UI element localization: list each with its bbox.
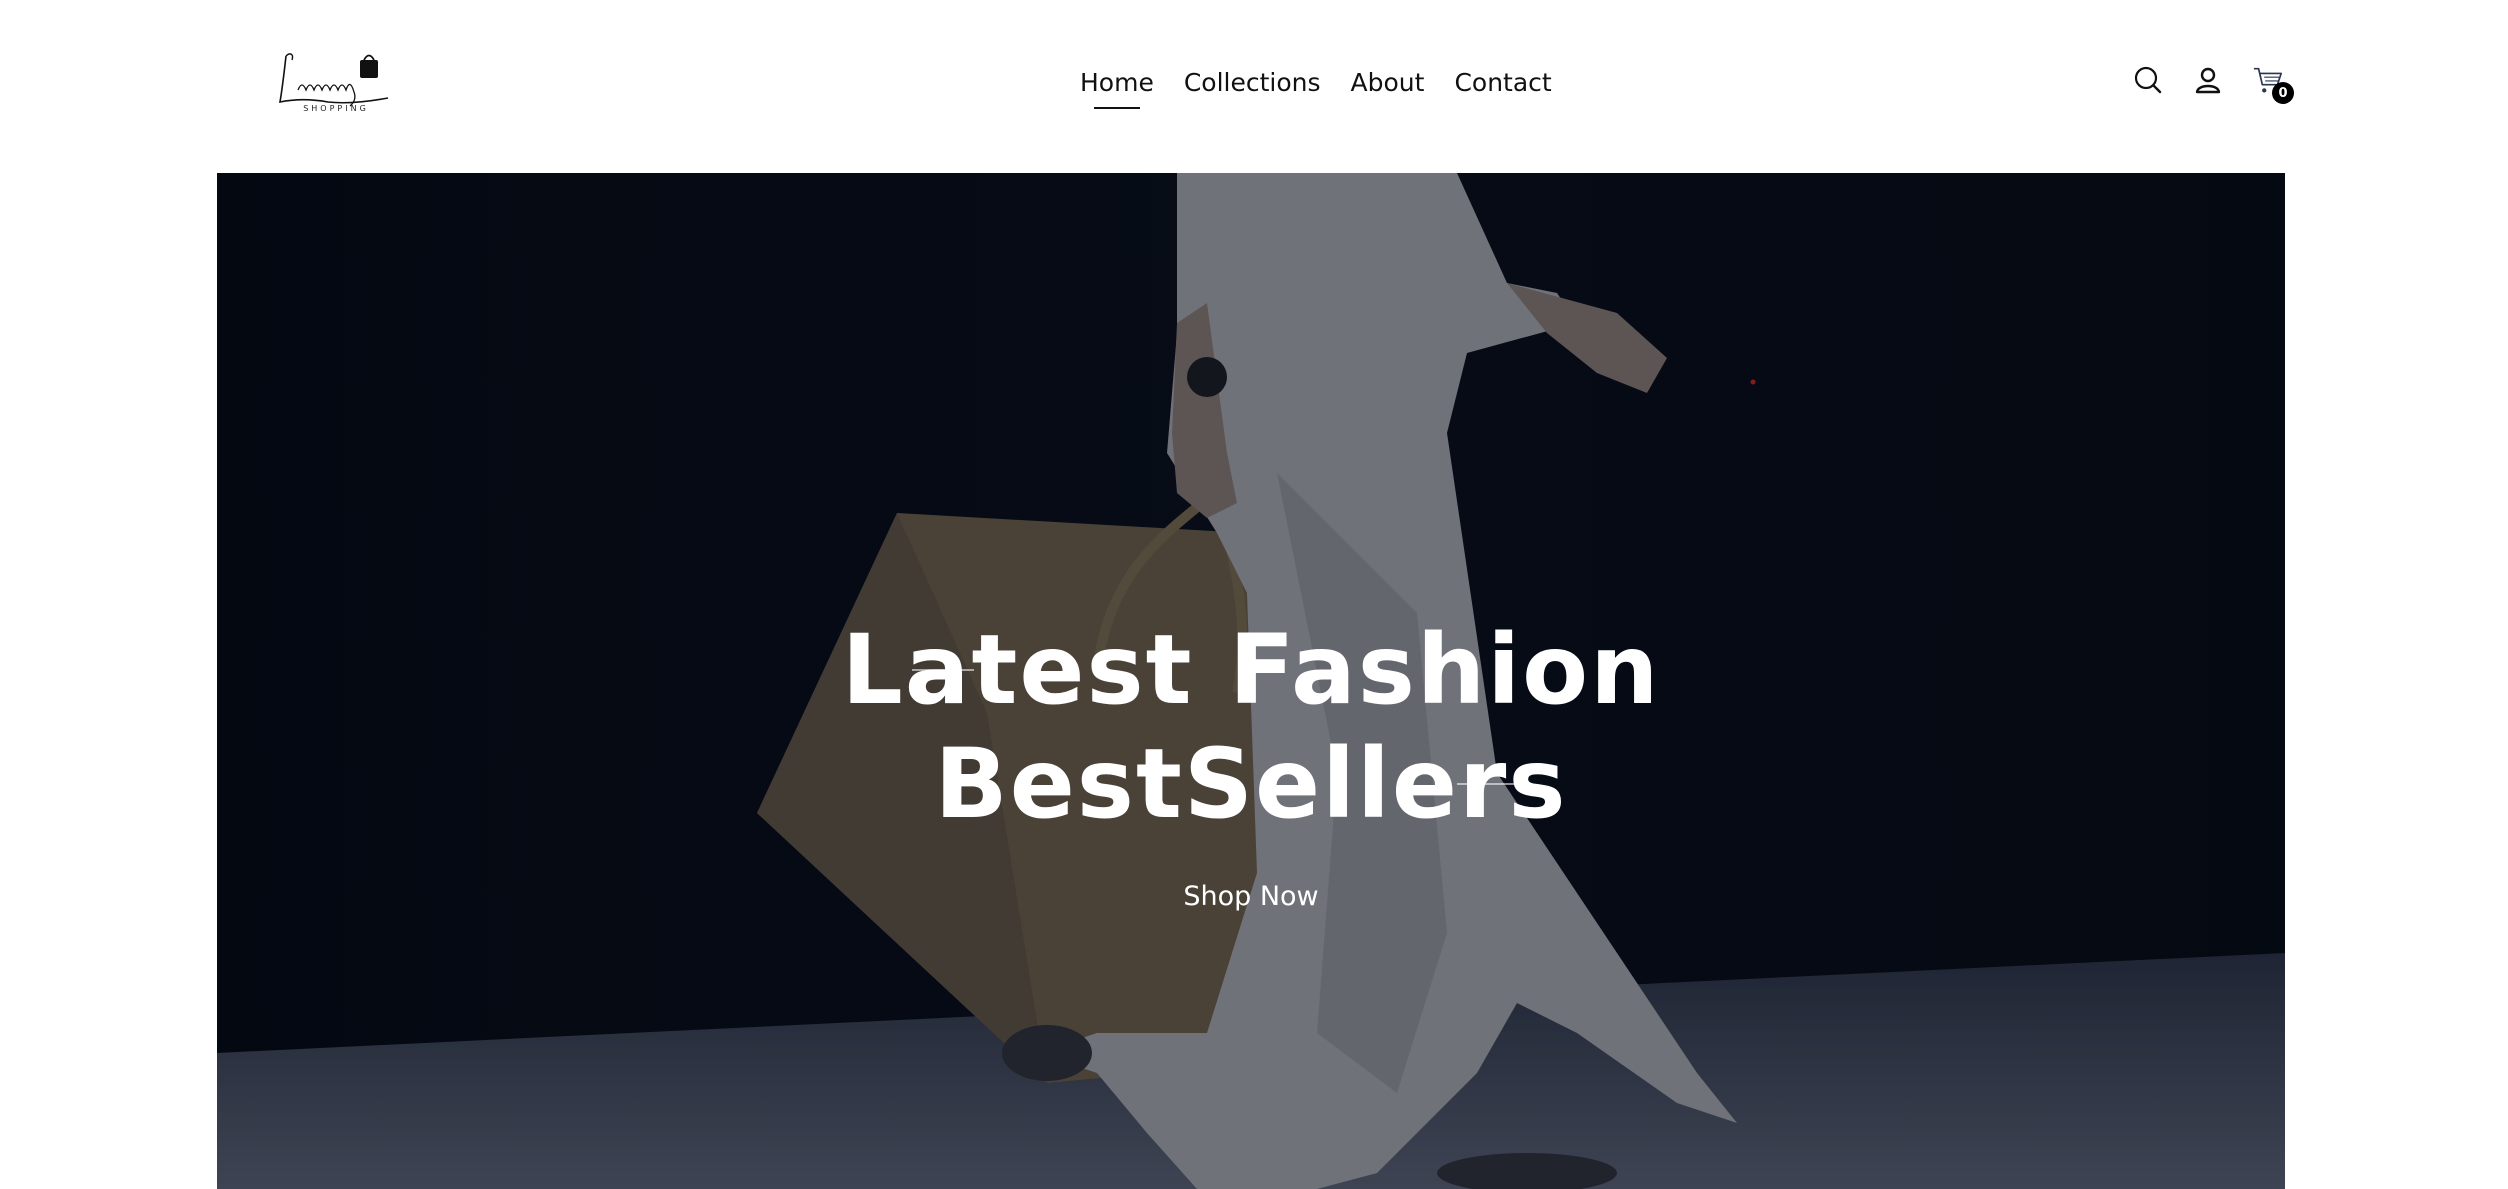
nav-home[interactable]: Home [1080,68,1154,109]
brand-logo[interactable]: SHOPPING [276,46,396,122]
nav-contact[interactable]: Contact [1454,68,1551,97]
cart-button[interactable]: 0 [2252,64,2294,104]
search-button[interactable] [2132,64,2164,96]
cart-count-badge: 0 [2272,82,2294,104]
main-nav: Home Collections About Contact [1080,62,1552,109]
nav-collections[interactable]: Collections [1184,68,1321,97]
hero-banner: Latest Fashion BestSellers Shop Now [217,173,2285,1189]
site-header: SHOPPING Home Collections About Contact [0,0,2508,173]
hero-title-line2: BestSellers [217,727,2285,841]
shop-now-button[interactable]: Shop Now [217,881,2285,912]
logo-subtitle: SHOPPING [303,104,369,113]
account-button[interactable] [2192,64,2224,96]
user-icon [2195,67,2221,94]
decorative-line-left [912,669,974,671]
decorative-line-right [1457,783,1519,785]
header-actions: 0 [2132,64,2294,104]
hero-heading: Latest Fashion BestSellers [217,613,2285,841]
hero-title-line1: Latest Fashion [217,613,2285,727]
search-icon [2134,66,2162,94]
nav-about[interactable]: About [1351,68,1425,97]
